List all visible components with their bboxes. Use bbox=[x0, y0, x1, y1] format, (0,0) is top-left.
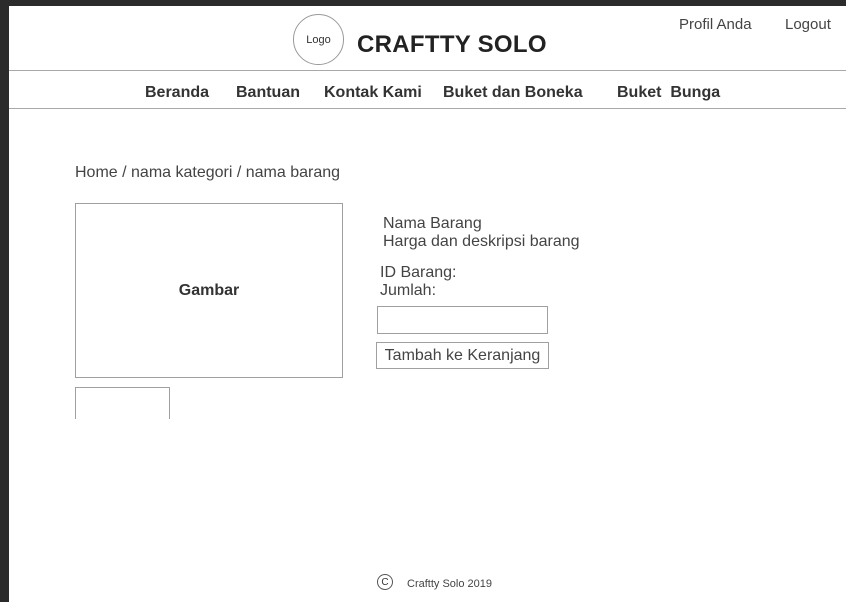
header-divider bbox=[9, 70, 846, 71]
add-to-cart-button[interactable]: Tambah ke Keranjang bbox=[376, 342, 549, 369]
breadcrumb: Home / nama kategori / nama barang bbox=[75, 164, 341, 181]
nav-item-beranda[interactable]: Beranda bbox=[145, 84, 209, 102]
logout-link[interactable]: Logout bbox=[785, 16, 831, 33]
window-frame-left bbox=[0, 0, 9, 602]
product-name: Nama Barang bbox=[383, 215, 482, 232]
quantity-label: Jumlah: bbox=[380, 282, 437, 299]
profile-link[interactable]: Profil Anda bbox=[679, 16, 752, 33]
product-image-label: Gambar bbox=[178, 281, 240, 299]
product-price-description: Harga dan deskripsi barang bbox=[383, 233, 580, 250]
nav-divider bbox=[9, 108, 846, 109]
nav-item-bantuan[interactable]: Bantuan bbox=[236, 84, 300, 102]
product-id-label: ID Barang: bbox=[380, 264, 457, 281]
logo[interactable]: Logo bbox=[293, 14, 344, 65]
nav-item-kontak-kami[interactable]: Kontak Kami bbox=[324, 84, 422, 102]
copyright-icon: C bbox=[377, 574, 393, 590]
footer-text: Craftty Solo 2019 bbox=[407, 578, 492, 590]
nav-item-buket-bunga[interactable]: Buket Bunga bbox=[617, 84, 720, 102]
nav-item-buket-dan-boneka[interactable]: Buket dan Boneka bbox=[443, 84, 583, 102]
quantity-input[interactable] bbox=[377, 306, 548, 334]
site-title: CRAFTTY SOLO bbox=[357, 31, 547, 58]
product-thumbnail[interactable] bbox=[75, 387, 170, 419]
window-frame-top bbox=[0, 0, 846, 6]
product-image: Gambar bbox=[75, 203, 343, 378]
